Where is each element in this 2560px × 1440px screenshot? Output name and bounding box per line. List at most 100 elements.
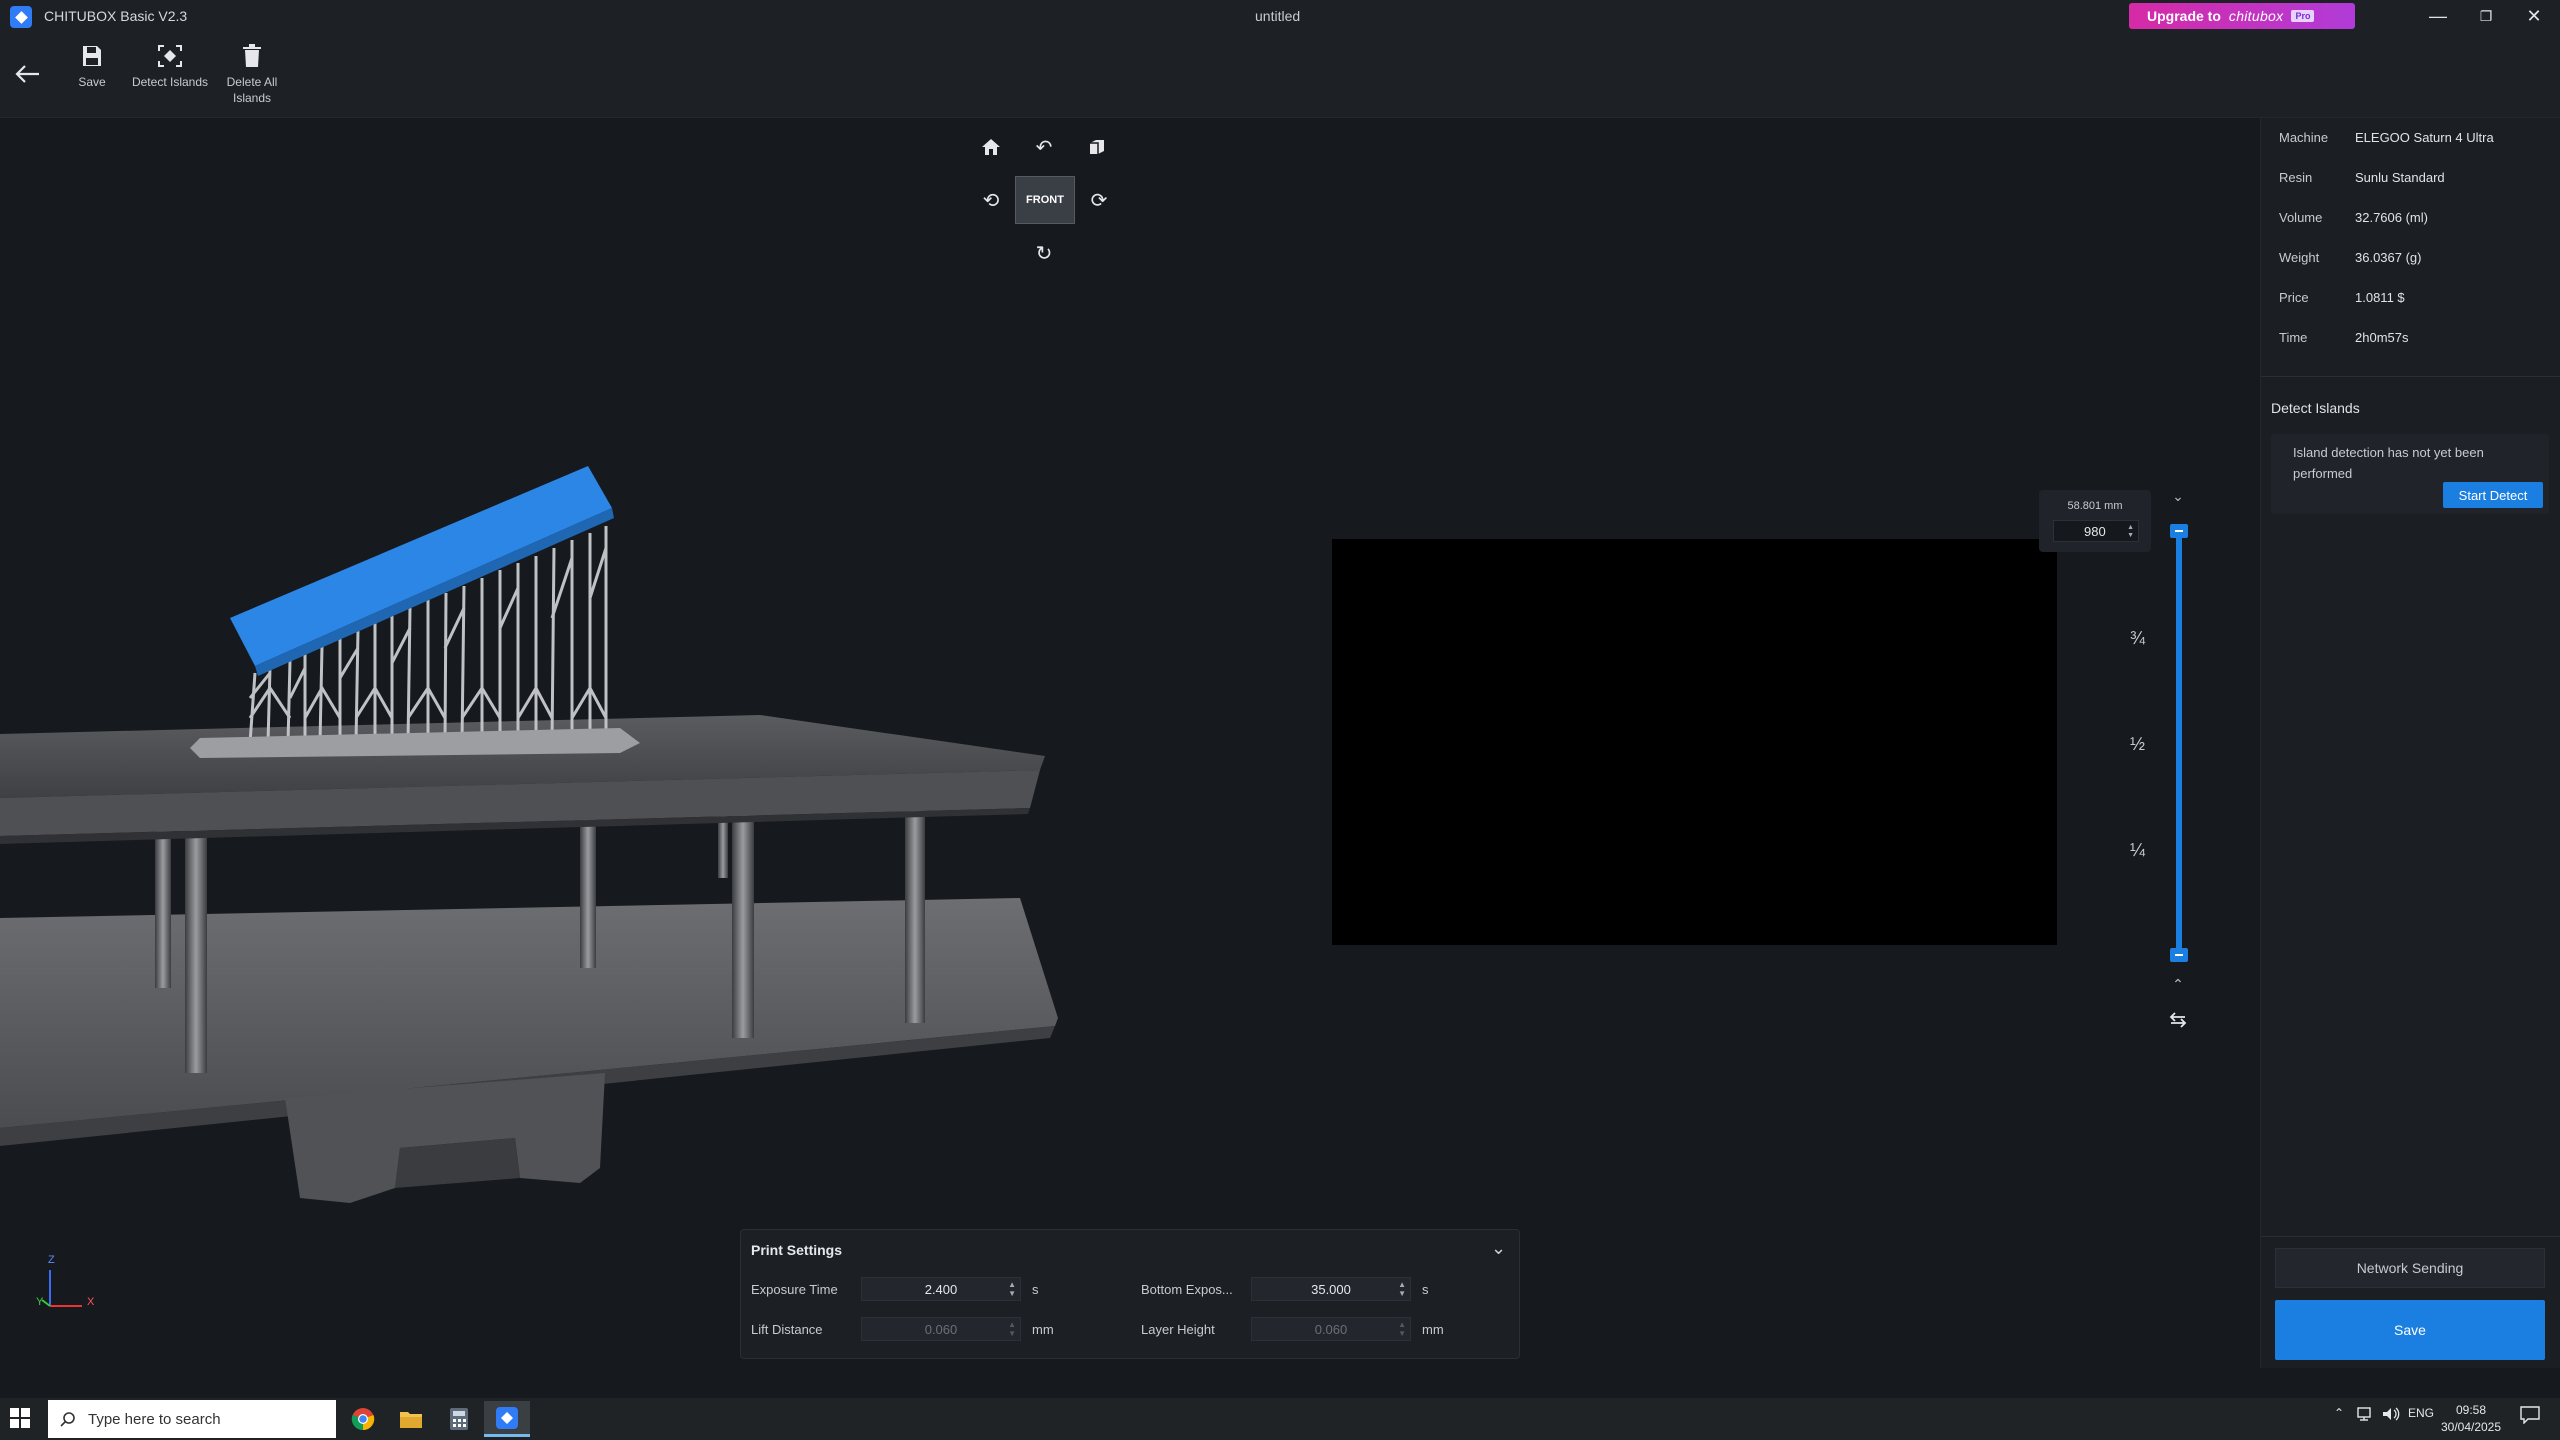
- toolbar: Save Detect Islands Delete All Islands: [0, 32, 2560, 118]
- search-icon: [60, 1412, 75, 1427]
- bottom-exposure-input[interactable]: 35.000 ▲ ▼: [1251, 1277, 1411, 1301]
- layer-slider-bottom-thumb[interactable]: [2170, 948, 2188, 962]
- minimize-icon[interactable]: —: [2416, 2, 2460, 30]
- app-title: CHITUBOX Basic V2.3: [44, 8, 188, 24]
- chitubox-taskbar-icon[interactable]: [484, 1401, 530, 1437]
- exposure-time-label: Exposure Time: [751, 1282, 838, 1297]
- exposure-time-value: 2.400: [924, 1281, 958, 1297]
- layer-spinner-icon[interactable]: ▲ ▼: [2127, 524, 2134, 540]
- 3d-viewport[interactable]: ↶ ⟲ FRONT ⟳ ↻ Z X Y: [0, 118, 1132, 1368]
- chrome-icon[interactable]: [340, 1401, 386, 1437]
- save-icon: [83, 46, 101, 66]
- time-label: Time: [2279, 330, 2308, 345]
- layer-height-label: Layer Height: [1141, 1322, 1215, 1337]
- slider-mark-half: ½: [2130, 734, 2146, 754]
- exposure-time-input[interactable]: 2.400 ▲ ▼: [861, 1277, 1021, 1301]
- weight-value: 36.0367 (g): [2355, 250, 2422, 265]
- layer-height-value: 0.060: [1314, 1321, 1348, 1337]
- upgrade-button[interactable]: Upgrade to chitubox Pro: [2129, 3, 2355, 29]
- machine-value: ELEGOO Saturn 4 Ultra: [2355, 130, 2494, 145]
- language-indicator[interactable]: ENG: [2408, 1406, 2434, 1420]
- layer-height-spinner-icon[interactable]: ▲ ▼: [1398, 1320, 1406, 1338]
- restore-icon[interactable]: ❐: [2464, 2, 2508, 30]
- clock-date: 30/04/2025: [2440, 1420, 2502, 1434]
- upgrade-pro-tag: Pro: [2291, 10, 2315, 22]
- network-sending-button[interactable]: Network Sending: [2275, 1248, 2545, 1288]
- rotate-right-icon[interactable]: ⟳: [1084, 185, 1114, 215]
- view-cube-front[interactable]: FRONT: [1015, 176, 1075, 224]
- layer-up-chevron-icon[interactable]: ⌄: [2168, 488, 2188, 505]
- save-tool-button[interactable]: Save: [47, 44, 137, 90]
- lift-distance-input[interactable]: 0.060 ▲ ▼: [861, 1317, 1021, 1341]
- layer-height-input[interactable]: 0.060 ▲ ▼: [1251, 1317, 1411, 1341]
- upgrade-brand: chitubox: [2228, 8, 2284, 24]
- exposure-spinner-icon[interactable]: ▲ ▼: [1008, 1280, 1016, 1298]
- detect-islands-message: Island detection has not yet been perfor…: [2293, 445, 2484, 481]
- layer-height-mm: 58.801 mm: [2067, 500, 2123, 512]
- title-bar: CHITUBOX Basic V2.3 untitled Upgrade to …: [0, 0, 2560, 32]
- clock-time: 09:58: [2455, 1403, 2487, 1417]
- price-label: Price: [2279, 290, 2309, 305]
- axis-y-label: Y: [36, 1296, 44, 1308]
- layer-height-unit: mm: [1422, 1322, 1444, 1337]
- trash-icon: [243, 44, 261, 67]
- layer-number-input[interactable]: 980 ▲ ▼: [2053, 520, 2139, 542]
- axis-z-label: Z: [48, 1254, 55, 1266]
- volume-icon[interactable]: [2382, 1406, 2400, 1425]
- detect-islands-icon: [158, 45, 182, 67]
- detect-islands-button[interactable]: Detect Islands: [125, 44, 215, 90]
- right-info-panel: Machine ELEGOO Saturn 4 Ultra Resin Sunl…: [2260, 118, 2560, 1368]
- layer-slider-top-thumb[interactable]: [2170, 524, 2188, 538]
- upgrade-label: Upgrade to: [2147, 8, 2221, 24]
- volume-value: 32.7606 (ml): [2355, 210, 2428, 225]
- delete-all-islands-button[interactable]: Delete All Islands: [207, 44, 297, 106]
- bottom-exposure-spinner-icon[interactable]: ▲ ▼: [1398, 1280, 1406, 1298]
- rotate-left-icon[interactable]: ⟲: [976, 185, 1006, 215]
- lift-distance-label: Lift Distance: [751, 1322, 823, 1337]
- machine-label: Machine: [2279, 130, 2329, 145]
- close-icon[interactable]: ✕: [2512, 2, 2556, 30]
- print-settings-title: Print Settings: [751, 1242, 843, 1258]
- collapse-chevron-icon[interactable]: ⌄: [1491, 1238, 1506, 1259]
- rotate-down-icon[interactable]: ↻: [1029, 238, 1059, 268]
- bottom-exposure-value: 35.000: [1311, 1281, 1351, 1297]
- perspective-cube-icon[interactable]: [1082, 132, 1112, 162]
- divider: [2261, 376, 2560, 377]
- front-label: FRONT: [1026, 194, 1064, 206]
- time-value: 2h0m57s: [2355, 330, 2409, 345]
- back-arrow-icon[interactable]: [12, 58, 44, 90]
- resin-label: Resin: [2279, 170, 2313, 185]
- lift-distance-unit: mm: [1032, 1322, 1054, 1337]
- network-icon[interactable]: [2356, 1406, 2374, 1425]
- windows-taskbar: Type here to search ⌃ ENG 09:58 30/04/20…: [0, 1398, 2560, 1440]
- slider-sync-icon[interactable]: [2168, 1010, 2188, 1030]
- taskbar-clock[interactable]: 09:58 30/04/2025: [2440, 1402, 2502, 1436]
- home-view-icon[interactable]: [976, 132, 1006, 162]
- bottom-exposure-label: Bottom Expos...: [1141, 1282, 1233, 1297]
- axis-gizmo: Z X Y: [34, 1254, 104, 1316]
- document-title: untitled: [1255, 8, 1301, 24]
- detect-islands-box: Island detection has not yet been perfor…: [2271, 434, 2549, 514]
- printer-3d-render: [0, 466, 1058, 1203]
- rotate-up-icon[interactable]: ↶: [1029, 132, 1059, 162]
- tray-chevron-icon[interactable]: ⌃: [2334, 1406, 2344, 1420]
- detect-islands-label: Detect Islands: [131, 75, 209, 89]
- slice-preview-canvas: [1332, 539, 2057, 945]
- windows-start-icon[interactable]: [10, 1408, 32, 1430]
- layer-down-chevron-icon[interactable]: ⌃: [2168, 976, 2188, 993]
- price-value: 1.0811 $: [2355, 290, 2405, 305]
- detect-islands-title: Detect Islands: [2271, 400, 2360, 416]
- layer-slider-track[interactable]: [2176, 527, 2182, 959]
- start-detect-button[interactable]: Start Detect: [2443, 482, 2543, 508]
- save-button[interactable]: Save: [2275, 1300, 2545, 1360]
- lift-spinner-icon[interactable]: ▲ ▼: [1008, 1320, 1016, 1338]
- print-settings-panel: Print Settings ⌄ Exposure Time 2.400 ▲ ▼ …: [740, 1229, 1520, 1359]
- exposure-time-unit: s: [1032, 1282, 1039, 1297]
- slider-mark-three-quarter: ¾: [2130, 628, 2146, 648]
- file-explorer-icon[interactable]: [388, 1401, 434, 1437]
- layer-slider-box: 58.801 mm 980 ▲ ▼: [2039, 490, 2151, 552]
- taskbar-search-input[interactable]: Type here to search: [48, 1400, 336, 1438]
- save-tool-label: Save: [78, 75, 106, 89]
- notifications-icon[interactable]: [2520, 1406, 2540, 1427]
- calculator-icon[interactable]: [436, 1401, 482, 1437]
